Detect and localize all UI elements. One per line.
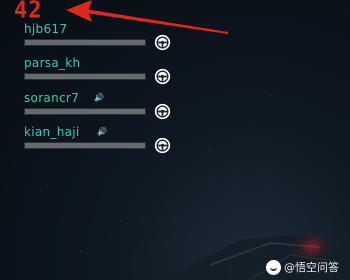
countdown-counter: 42	[14, 0, 43, 24]
watermark-logo-icon	[266, 259, 281, 275]
steering-wheel-icon	[154, 68, 171, 85]
player-entry: hjb617	[24, 22, 174, 56]
steering-wheel-icon	[154, 137, 171, 154]
player-health-bar	[24, 73, 146, 80]
player-name: hjb617	[24, 22, 68, 36]
engine-glow	[292, 232, 332, 262]
watermark: @悟空问答	[266, 259, 339, 275]
player-health-bar	[24, 108, 146, 115]
player-entry: kian_haji 🔊	[24, 125, 174, 159]
player-name: kian_haji	[24, 125, 80, 139]
speaker-icon: 🔊	[94, 93, 104, 102]
watermark-text: @悟空问答	[284, 261, 339, 274]
player-health-bar	[24, 142, 146, 149]
player-name: sorancr7	[24, 91, 80, 105]
player-health-bar	[24, 39, 146, 46]
steering-wheel-icon	[154, 103, 171, 120]
player-entry: sorancr7 🔊	[24, 91, 174, 125]
player-name: parsa_kh	[24, 56, 81, 70]
steering-wheel-icon	[154, 34, 171, 51]
player-entry: parsa_kh	[24, 56, 174, 90]
speaker-icon: 🔊	[97, 127, 107, 136]
